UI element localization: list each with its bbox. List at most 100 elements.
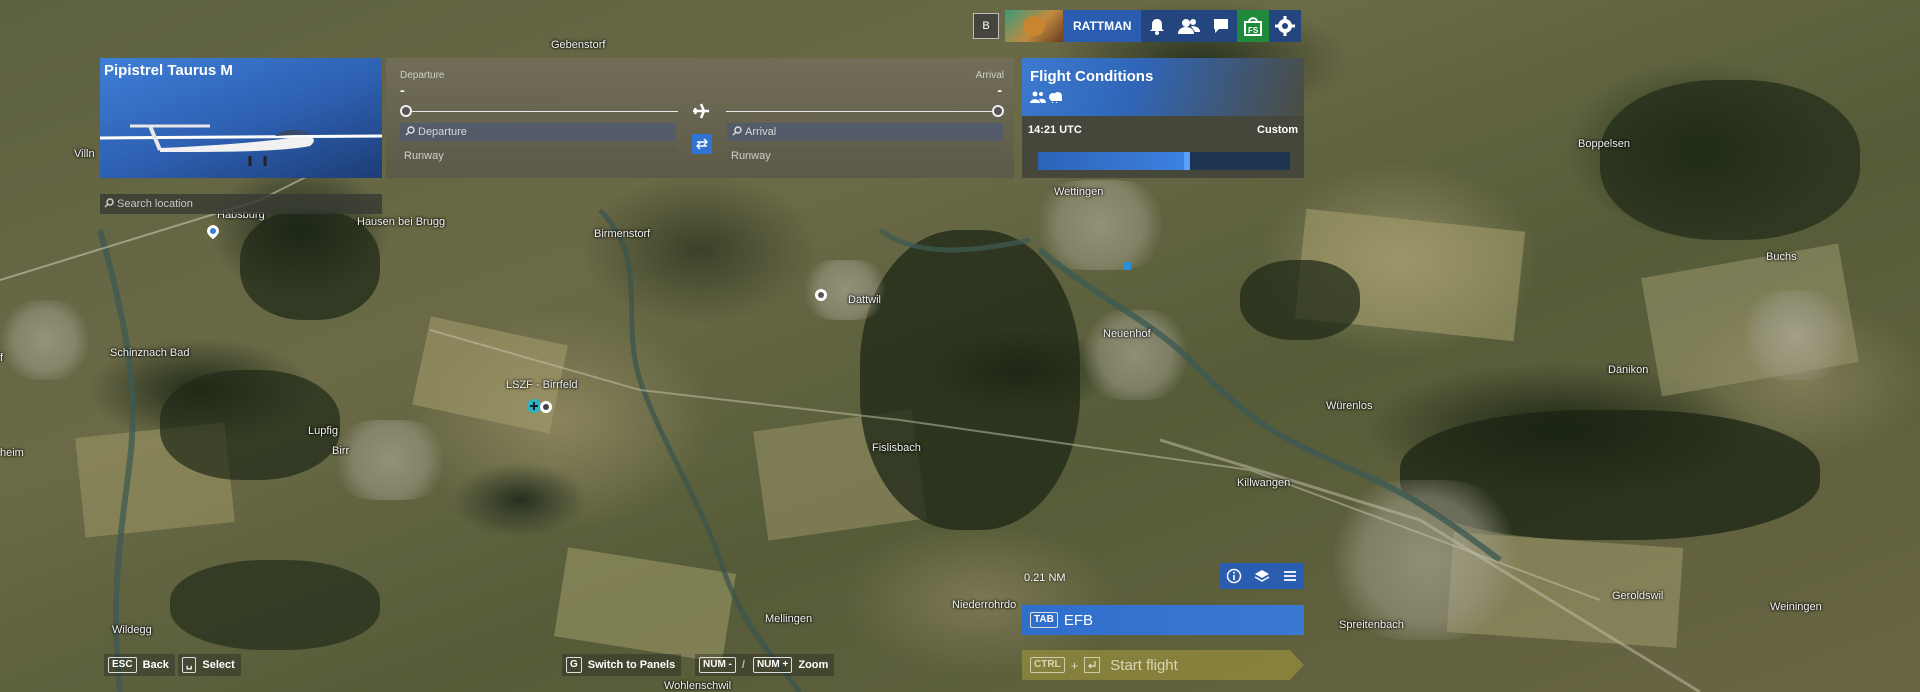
menu-icon[interactable] [1276,563,1304,589]
map-label-birr: Birr [332,445,350,457]
top-bar: B RATTMAN FS [973,10,1302,42]
map-label-spreitenbach: Spreitenbach [1339,619,1404,631]
time-slider-thumb[interactable] [1183,152,1190,170]
map-label-heim: heim [0,447,24,459]
hint-slash: / [741,659,745,671]
arrival-runway-select[interactable]: Runway [727,147,1003,165]
hint-back[interactable]: ESC Back [104,654,175,676]
arrival-label: Arrival [975,70,1004,81]
svg-text:FS: FS [1248,26,1259,35]
hint-zoom-label: Zoom [798,659,829,671]
map-label-danikon: Dänikon [1608,364,1649,376]
hint-switch-panels-label: Switch to Panels [587,659,676,671]
search-icon [732,125,742,139]
space-key: ␣ [182,657,197,673]
map-label-birmenstorf: Birmenstorf [594,228,651,240]
map-label-niederrohrdorf: Niederrohrdo [952,599,1017,611]
time-slider-fill [1038,152,1187,170]
departure-search-placeholder: Departure [418,126,467,138]
map-label-hausen: Hausen bei Brugg [357,216,446,228]
location-pin-icon[interactable] [207,225,219,239]
map-label-geroldswil: Geroldswil [1612,590,1664,602]
aircraft-panel[interactable]: Pipistrel Taurus M [100,58,382,178]
airport-marker-icon[interactable] [526,397,554,415]
conditions-header: Flight Conditions [1022,58,1304,116]
multiplayer-icon [1030,90,1046,108]
departure-dot [400,105,412,117]
map-label-wildegg: Wildegg [112,624,152,636]
flight-conditions-panel[interactable]: Flight Conditions 14:21 UTC Custom [1022,58,1304,178]
map-label-fislisbach: Fislisbach [872,442,921,454]
efb-button[interactable]: TAB EFB [1022,605,1304,635]
map-label-gebenstorf: Gebenstorf [551,39,606,51]
arrival-value: - [997,82,1002,98]
arrival-dot [992,105,1004,117]
weather-preset[interactable]: Custom [1257,124,1298,136]
map-scale: 0.21 NM [1024,572,1066,584]
plane-icon [691,101,711,121]
avatar[interactable] [1005,10,1063,42]
conditions-title: Flight Conditions [1030,68,1154,85]
chat-icon[interactable] [1205,10,1238,42]
search-location-placeholder: Search location [117,198,193,210]
num-plus-key: NUM + [752,657,793,673]
airport-label: LSZF - Birrfeld [506,379,578,391]
bell-icon[interactable] [1141,10,1174,42]
map-marker [1123,262,1131,270]
hint-switch-panels[interactable]: G Switch to Panels [562,654,682,676]
time-utc: 14:21 UTC [1028,124,1082,136]
start-key-plus: + [1070,657,1079,673]
map-label-wettingen: Wettingen [1054,186,1104,198]
enter-key-icon [1084,657,1101,673]
hint-zoom[interactable]: NUM - / NUM + Zoom [695,654,835,676]
map-label-wurenlos: Würenlos [1326,400,1373,412]
time-slider[interactable] [1038,152,1290,170]
map-label-f: f [0,352,4,364]
arrival-search-input[interactable]: Arrival [727,123,1003,141]
efb-key: TAB [1030,612,1058,628]
efb-label: EFB [1063,611,1093,629]
map-label-killwangen: Killwangen [1237,477,1291,489]
departure-value: - [400,82,405,98]
map-label-mellingen: Mellingen [765,613,813,625]
start-key-ctrl: CTRL [1030,657,1065,673]
layers-icon[interactable] [1248,563,1276,589]
map-label-weiningen: Weiningen [1770,601,1822,613]
aircraft-name: Pipistrel Taurus M [104,62,233,79]
map-label-lupfig: Lupfig [308,425,338,437]
map-label-schinznach: Schinznach Bad [110,347,190,359]
start-flight-button[interactable]: CTRL + Start flight [1022,650,1304,680]
arrival-search-placeholder: Arrival [745,126,777,138]
map-tools [1220,563,1304,589]
search-icon [104,197,114,211]
g-key: G [566,657,582,673]
b-key-button[interactable]: B [973,13,999,39]
hint-back-label: Back [142,659,169,671]
search-location-input[interactable]: Search location [100,194,382,214]
gear-icon[interactable] [1269,10,1302,42]
friends-icon[interactable] [1173,10,1206,42]
profile-bar: RATTMAN FS [1005,10,1302,42]
hint-select-label: Select [202,659,235,671]
swap-icon[interactable] [692,134,712,154]
weather-icon [1048,90,1064,108]
departure-runway-select[interactable]: Runway [400,147,676,165]
username[interactable]: RATTMAN [1063,19,1141,33]
poi-marker-icon[interactable] [814,288,828,302]
route-line-right [726,111,996,112]
start-flight-label: Start flight [1110,656,1178,674]
map-label-neuenhof: Neuenhof [1103,328,1151,340]
esc-key: ESC [108,657,137,673]
num-minus-key: NUM - [699,657,736,673]
hint-select[interactable]: ␣ Select [178,654,241,676]
departure-search-input[interactable]: Departure [400,123,676,141]
departure-label: Departure [400,70,445,81]
map-label-boppelsen: Boppelsen [1578,138,1630,150]
map-label-buchs: Buchs [1766,251,1797,263]
map-label-villnachern: Villn [74,148,95,160]
marketplace-icon[interactable]: FS [1237,10,1270,42]
route-line-left [408,111,678,112]
info-icon[interactable] [1220,563,1248,589]
aircraft-image [100,124,382,166]
map-label-dattwil: Dättwil [848,294,882,306]
